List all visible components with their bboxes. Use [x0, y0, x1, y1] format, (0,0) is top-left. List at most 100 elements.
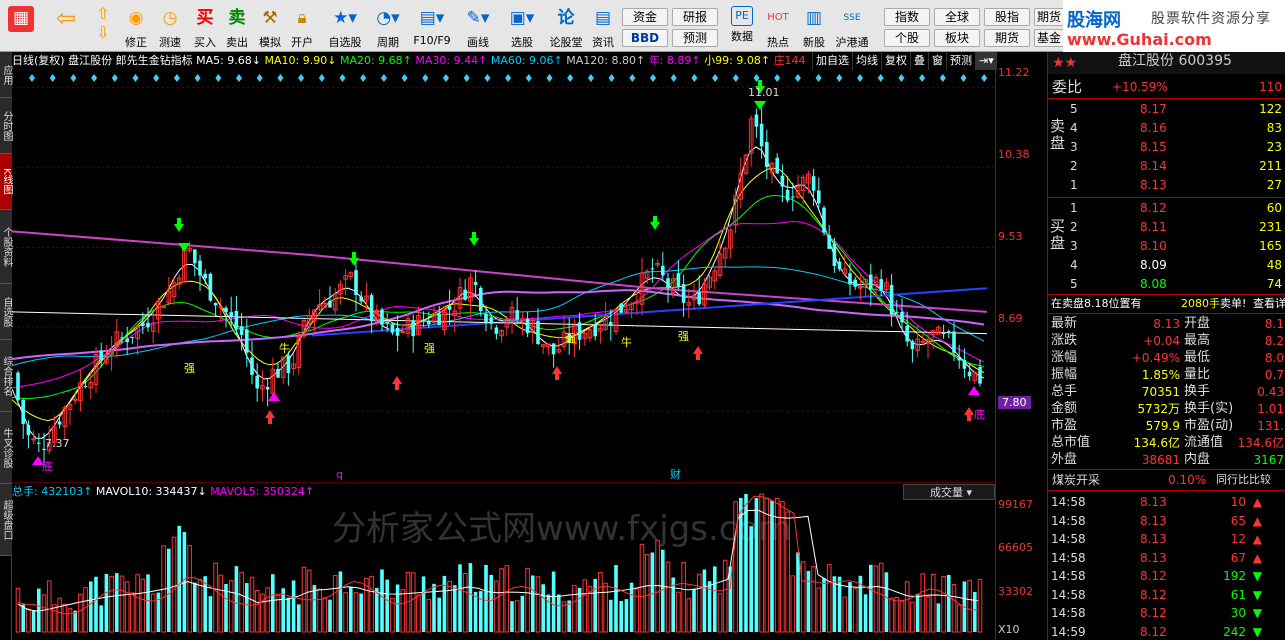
volume-bar: [894, 597, 900, 633]
candle-body: [265, 386, 270, 390]
candle-body: [661, 265, 665, 276]
ipo-button[interactable]: ▥ 新股: [798, 4, 830, 50]
back-button[interactable]: ⇦: [46, 4, 86, 50]
speed-button[interactable]: ◷ 测速: [154, 4, 186, 50]
research-button[interactable]: 研报: [672, 8, 718, 26]
index-button[interactable]: 指数: [884, 8, 930, 26]
stat-label: 换手: [1184, 384, 1211, 399]
volume-bar: [696, 573, 702, 633]
diamond-marker: [981, 74, 988, 82]
global-button[interactable]: 全球: [934, 8, 980, 26]
sectors-button[interactable]: 板块: [934, 29, 980, 47]
stat-value: 70351: [1141, 385, 1180, 399]
forecast-button[interactable]: 预测: [672, 29, 718, 47]
adjust-button[interactable]: 复权: [881, 52, 910, 70]
candle-body: [791, 196, 795, 198]
volume-bar: [239, 571, 244, 633]
screener-button[interactable]: ▣▾ 选股: [502, 4, 542, 50]
futures2-button[interactable]: 期货: [984, 29, 1030, 47]
updown-button[interactable]: ⇧ ⇩: [90, 4, 116, 50]
tick-row: 14:58 8.12 61 ▼: [1048, 586, 1285, 604]
sidebar-item-watchlist[interactable]: 自选股: [0, 284, 12, 340]
sidebar-item-intraday[interactable]: 分时图: [0, 98, 12, 154]
capital-button[interactable]: 资金: [622, 8, 668, 26]
stat-row: 市盈 579.9 市盈(动) 131.: [1048, 417, 1285, 435]
sse-hk-icon: SSE: [843, 13, 861, 23]
buy-button[interactable]: 买买入: [190, 4, 220, 50]
simulate-button[interactable]: ⚒ 模拟: [254, 4, 286, 50]
indicator-name[interactable]: 郎先生金钻指标: [116, 54, 193, 67]
home-button[interactable]: ▦: [4, 4, 38, 50]
sidebar-item-ranking[interactable]: 综合排名: [0, 340, 12, 412]
diamond-marker: [215, 74, 222, 82]
fix-button[interactable]: ◉ 修正: [120, 4, 152, 50]
buy-signal-arrow: [265, 410, 275, 424]
level-price: 8.16: [1140, 121, 1167, 135]
open-account-button[interactable]: 🔒︎ 开户: [286, 4, 318, 50]
hot-button[interactable]: HOT 热点: [762, 4, 794, 50]
total-volume: 总手: 432103↑: [12, 485, 93, 498]
sidebar-item-diagnosis[interactable]: 牛叉诊股: [0, 412, 12, 484]
volume-bar: [504, 565, 510, 633]
volume-bar: [171, 536, 177, 633]
volume-chart[interactable]: 分析家公式网www.fxjgs.com: [12, 482, 995, 640]
futures-button[interactable]: 期货: [1034, 8, 1064, 26]
sidebar-item-profile[interactable]: 个股资料: [0, 210, 12, 284]
pending-detail-link[interactable]: 查看详细: [1253, 295, 1285, 313]
bottom-triangle-icon: [968, 386, 980, 395]
volume-bar: [582, 579, 588, 633]
sidebar-item-apps[interactable]: 应用: [0, 52, 12, 98]
stocks-button[interactable]: 个股: [884, 29, 930, 47]
sector-row[interactable]: 煤炭开采 0.10% 同行比比较: [1048, 471, 1285, 489]
candle-body: [832, 243, 837, 267]
candle-body: [473, 281, 478, 285]
funds-button[interactable]: 基金: [1034, 29, 1064, 47]
volume-bar: [359, 593, 363, 632]
period-button[interactable]: ◔▾ 周期: [368, 4, 408, 50]
data-button[interactable]: PE 数据: [726, 4, 758, 50]
volume-indicator-select[interactable]: 成交量 ▾: [903, 484, 995, 500]
collapse-icon[interactable]: ⇥▾: [975, 52, 997, 70]
period-mode[interactable]: 日线(复权): [12, 54, 65, 67]
volume-bar: [193, 582, 197, 632]
tick-row: 14:58 8.13 12 ▲: [1048, 530, 1285, 548]
watchlist-button[interactable]: ★▾ 自选股: [324, 4, 366, 50]
level-number: 2: [1070, 159, 1078, 173]
add-watch-button[interactable]: 加自选: [812, 52, 852, 70]
sidebar-item-kline[interactable]: K线图: [0, 154, 12, 210]
ma-button[interactable]: 均线: [852, 52, 881, 70]
diamond-marker: [339, 74, 346, 82]
f10-button[interactable]: ▤▾ F10/F9: [410, 4, 454, 50]
sell-level-row: 1 8.13 27: [1048, 176, 1285, 194]
volume-bar: [156, 592, 161, 632]
diamond-marker: [877, 74, 884, 82]
sector-compare[interactable]: 同行比比较: [1216, 471, 1271, 489]
forum-button[interactable]: 论论股堂: [546, 4, 586, 50]
sidebar-item-super-quote[interactable]: 超级盘口: [0, 484, 12, 556]
candle-body: [889, 284, 894, 315]
diamond-marker: [256, 74, 263, 82]
diamond-marker: [422, 74, 429, 82]
sell-label: 卖出: [226, 36, 248, 49]
stock-index-button[interactable]: 股指: [984, 8, 1030, 26]
draw-button[interactable]: ✎▾ 画线: [458, 4, 498, 50]
forum-label: 论股堂: [549, 36, 583, 49]
candle-body: [390, 324, 395, 333]
predict-button[interactable]: 预测: [946, 52, 975, 70]
volume-bar: [130, 592, 135, 633]
kline-chart[interactable]: 11.01 7.37 底 底 强 强 强 强 牛 牛 q 财: [12, 70, 995, 482]
diamond-marker: [49, 74, 56, 82]
window-button[interactable]: 窗: [928, 52, 946, 70]
candle-body: [198, 260, 202, 276]
news-button[interactable]: ▤ 资讯: [588, 4, 618, 50]
diamond-marker: [546, 74, 553, 82]
overlay-button[interactable]: 叠: [910, 52, 928, 70]
bbd-button[interactable]: BBD: [622, 29, 668, 47]
candlesticks: [16, 108, 982, 467]
candle-body: [447, 305, 452, 310]
hk-connect-button[interactable]: SSE 沪港通: [832, 4, 872, 50]
sell-button[interactable]: 卖卖出: [222, 4, 252, 50]
diamond-marker: [401, 74, 408, 82]
sell-signal-arrow: [469, 232, 479, 246]
volume-bar: [442, 575, 447, 632]
